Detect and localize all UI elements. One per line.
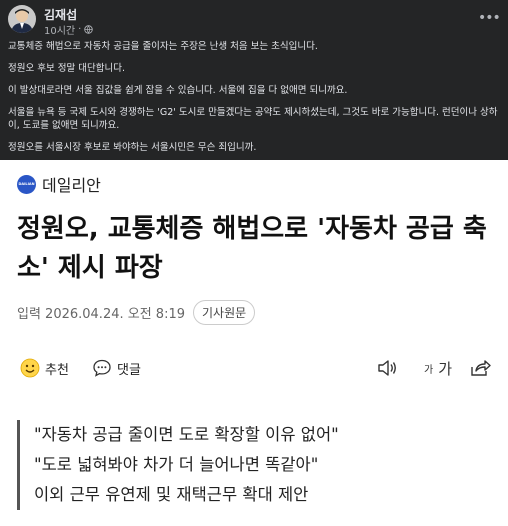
post-meta: 10시간 ·: [44, 22, 94, 37]
publisher-row[interactable]: DAILIAN 데일리안: [17, 172, 101, 196]
article-headline: 정원오, 교통체증 해법으로 '자동차 공급 축소' 제시 파장: [17, 214, 487, 283]
post-body: 교통체증 해법으로 자동차 공급을 줄이자는 주장은 난생 처음 보는 초식입니…: [8, 40, 502, 163]
article-action-bar: 추천 댓글 가가: [0, 358, 508, 384]
post-paragraph: 정원오 후보 정말 대단합니다.: [8, 63, 125, 74]
post-time[interactable]: 10시간: [44, 22, 75, 37]
date-row: 입력 2026.04.24. 오전 8:19 기사원문: [17, 300, 256, 325]
post-header: 김재섭 10시간 · •••: [8, 3, 501, 37]
publisher-name[interactable]: 데일리안: [42, 172, 101, 196]
speaker-icon: [378, 360, 396, 376]
avatar[interactable]: [8, 5, 36, 33]
speech-bubble-icon: [93, 359, 111, 377]
original-article-button[interactable]: 기사원문: [193, 300, 256, 325]
post-paragraph: 교통체증 해법으로 자동차 공급을 줄이자는 주장은 난생 처음 보는 초식입니…: [8, 41, 318, 52]
font-size-large-label: 가: [438, 360, 453, 378]
recommend-label: 추천: [45, 362, 69, 378]
font-size-small-label: 가: [424, 365, 434, 376]
comment-button[interactable]: 댓글: [92, 358, 141, 378]
subheading-line: "도로 넓혀봐야 차가 더 늘어나면 똑같아": [34, 455, 319, 474]
publish-date: 입력 2026.04.24. 오전 8:19: [17, 307, 185, 322]
article-subheadings: "자동차 공급 줄이면 도로 확장할 이유 없어" "도로 넓혀봐야 차가 더 …: [17, 420, 497, 510]
comment-label: 댓글: [117, 362, 141, 378]
separator-dot: ·: [78, 24, 82, 35]
subheading-line: 이외 근무 유연제 및 재택근무 확대 제안: [34, 485, 309, 504]
shared-article: DAILIAN 데일리안 정원오, 교통체증 해법으로 '자동차 공급 축소' …: [0, 160, 508, 526]
share-button[interactable]: [469, 358, 491, 378]
publisher-logo: DAILIAN: [17, 174, 36, 194]
globe-icon: [84, 25, 94, 34]
subheading-line: "자동차 공급 줄이면 도로 확장할 이유 없어": [34, 425, 339, 444]
font-size-button[interactable]: 가가: [424, 358, 452, 379]
post-author[interactable]: 김재섭: [44, 6, 77, 23]
recommend-button[interactable]: 추천: [20, 358, 69, 378]
post-paragraph: 서울을 뉴욕 등 국제 도시와 경쟁하는 'G2' 도시로 만들겠다는 공약도 …: [8, 107, 498, 131]
more-icon[interactable]: •••: [478, 11, 501, 25]
post-paragraph: 이 발상대로라면 서울 집값을 쉽게 잡을 수 있습니다. 서울에 집을 다 없…: [8, 85, 348, 96]
facebook-post: 김재섭 10시간 · ••• 교통체증 해법으로 자동차 공급을 줄이자는 주장…: [0, 0, 508, 160]
smiley-icon: [20, 358, 40, 378]
tts-button[interactable]: [376, 358, 398, 378]
post-paragraph: 정원오를 서울시장 후보로 봐야하는 서울시민은 무슨 죄입니까.: [8, 142, 257, 153]
share-icon: [471, 360, 491, 376]
